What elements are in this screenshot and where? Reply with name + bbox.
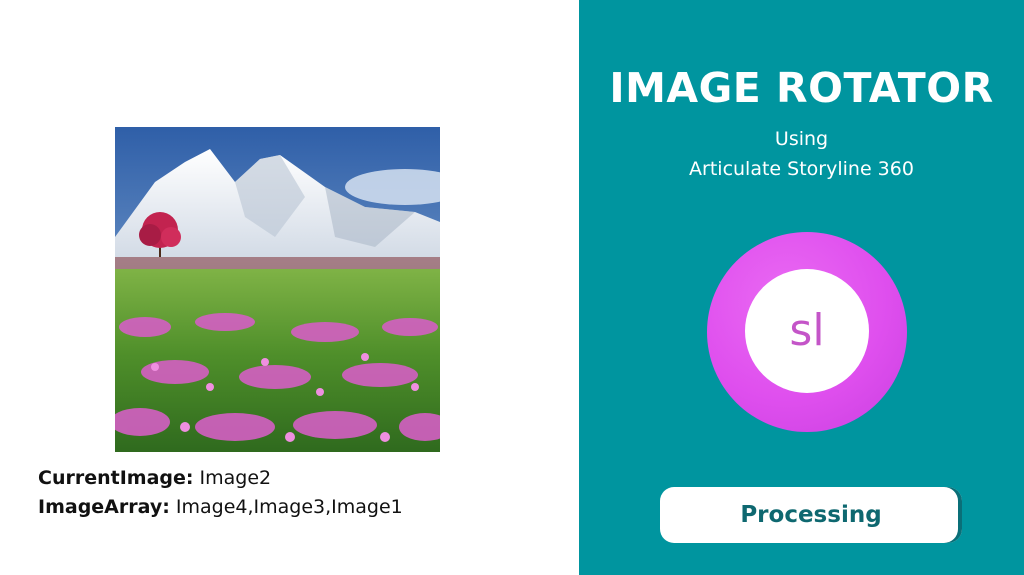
- variables-readout: CurrentImage: Image2 ImageArray: Image4,…: [38, 464, 403, 522]
- variable-current-image: CurrentImage: Image2: [38, 464, 403, 493]
- variable-value: Image4,Image3,Image1: [175, 496, 403, 518]
- variable-image-array: ImageArray: Image4,Image3,Image1: [38, 493, 403, 522]
- mountain-meadow-photo: [115, 127, 440, 452]
- variable-key: CurrentImage:: [38, 467, 194, 489]
- subtitle-line-2: Articulate Storyline 360: [689, 158, 914, 180]
- storyline-logo-text: sl: [789, 305, 825, 356]
- variable-key: ImageArray:: [38, 496, 170, 518]
- subtitle-line-1: Using: [774, 128, 829, 150]
- slide-title: IMAGE ROTATOR: [609, 64, 994, 112]
- processing-button-label[interactable]: Processing: [660, 487, 962, 543]
- rotator-image: [115, 127, 440, 452]
- variable-value: Image2: [199, 467, 272, 489]
